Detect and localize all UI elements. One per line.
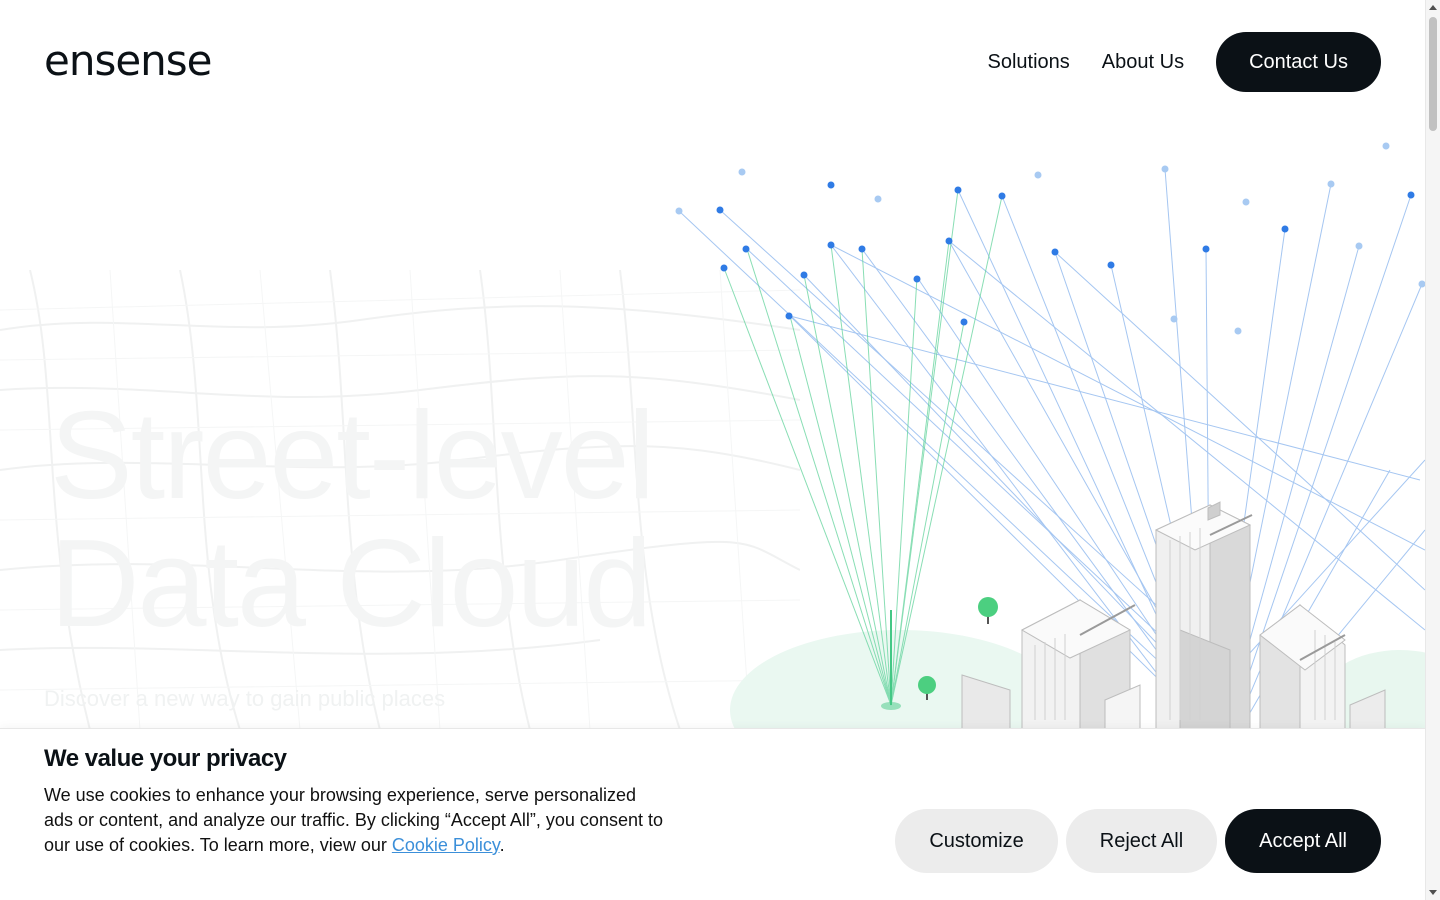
hero-title-line1: Street-level [50, 387, 655, 525]
reject-all-button[interactable]: Reject All [1065, 809, 1218, 873]
scroll-up-arrow-icon[interactable] [1429, 5, 1437, 10]
cookie-banner-title: We value your privacy [44, 745, 287, 772]
hero-title: Street-level Data Cloud [50, 387, 655, 653]
page-scrollbar[interactable] [1425, 0, 1440, 900]
hero-subtitle: Discover a new way to gain public places [44, 686, 446, 711]
main-nav: Solutions About Us Contact Us [988, 32, 1381, 92]
cookie-actions: Customize Reject All Accept All [887, 809, 1381, 873]
accept-all-button[interactable]: Accept All [1225, 809, 1381, 873]
page: ensense Solutions About Us Contact Us St… [0, 0, 1425, 900]
cookie-banner-body: We use cookies to enhance your browsing … [44, 785, 663, 855]
cookie-banner-text-end: . [499, 835, 505, 855]
hero-title-line2: Data Cloud [50, 515, 652, 653]
ensense-logo[interactable]: ensense [44, 42, 246, 80]
nav-solutions-link[interactable]: Solutions [988, 32, 1070, 92]
nav-about-link[interactable]: About Us [1102, 32, 1184, 92]
scrollbar-thumb[interactable] [1429, 17, 1437, 131]
scroll-down-arrow-icon[interactable] [1429, 890, 1437, 895]
contact-us-button[interactable]: Contact Us [1216, 32, 1381, 92]
cookie-banner-text: We use cookies to enhance your browsing … [44, 783, 664, 858]
logo-text: ensense [44, 42, 212, 80]
cookie-consent-banner: We value your privacy We use cookies to … [0, 728, 1425, 900]
hero-data-cloud-illustration [675, 142, 1425, 730]
cookie-policy-link[interactable]: Cookie Policy [392, 835, 500, 855]
customize-button[interactable]: Customize [895, 809, 1058, 873]
